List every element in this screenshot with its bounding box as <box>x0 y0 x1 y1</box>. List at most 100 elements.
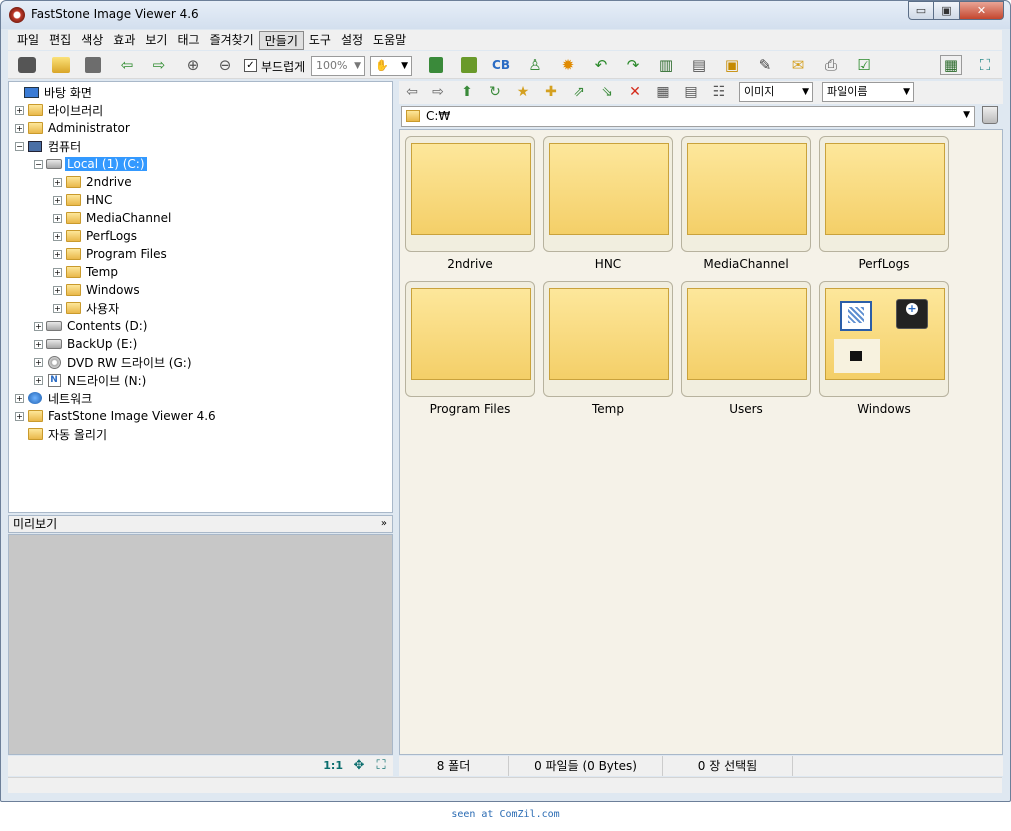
thumbnail-folder[interactable] <box>543 136 673 252</box>
layout-icon[interactable]: ▦ <box>940 55 962 75</box>
filter-select[interactable]: 이미지 ▼ <box>739 82 813 102</box>
check-icon[interactable]: ☑ <box>853 55 875 75</box>
expand-icon[interactable]: + <box>34 339 43 349</box>
tree-item-folder[interactable]: +2ndrive <box>53 173 134 191</box>
tree-item-folder[interactable]: + Program Files <box>53 245 169 263</box>
back-icon[interactable]: ⇦ <box>402 83 422 101</box>
expand-icon[interactable]: + <box>34 321 43 331</box>
rotate-right-icon[interactable]: ↷ <box>622 55 644 75</box>
collapse-icon[interactable]: − <box>15 141 24 151</box>
expand-icon[interactable]: + <box>34 375 43 385</box>
tree-item-library[interactable]: + 라이브러리 <box>15 101 105 119</box>
expand-icon[interactable]: + <box>15 411 24 421</box>
menu-tags[interactable]: 태그 <box>172 31 204 50</box>
menu-create[interactable]: 만들기 <box>258 30 304 50</box>
menu-view[interactable]: 보기 <box>140 31 172 50</box>
tree-item-network[interactable]: + 네트워크 <box>15 389 94 407</box>
menu-favorites[interactable]: 즐겨찾기 <box>205 31 259 50</box>
open-folder-icon[interactable] <box>50 55 72 75</box>
expand-icon[interactable]: + <box>34 357 43 367</box>
forward-icon[interactable]: ⇨ <box>428 83 448 101</box>
next-image-icon[interactable]: ⇨ <box>148 55 170 75</box>
new-folder-icon[interactable]: ✚ <box>541 83 561 101</box>
chevron-down-icon[interactable]: ▼ <box>963 110 970 120</box>
collapse-icon[interactable]: − <box>34 159 43 169</box>
fullscreen-icon[interactable]: ⛶ <box>373 758 389 774</box>
tree-item-folder[interactable]: + Temp <box>53 263 120 281</box>
detail-view-icon[interactable]: ▤ <box>681 83 701 101</box>
hand-tool-select[interactable]: ✋ ▼ <box>370 56 412 76</box>
resize-icon[interactable] <box>425 55 447 75</box>
tree-item-drive-d[interactable]: + Contents (D:) <box>34 317 149 335</box>
stamp-icon[interactable]: ♙ <box>524 55 546 75</box>
thumbnail-folder[interactable] <box>681 136 811 252</box>
save-icon[interactable] <box>82 55 104 75</box>
close-button[interactable]: ✕ <box>960 1 1004 20</box>
menu-effects[interactable]: 효과 <box>108 31 140 50</box>
menu-settings[interactable]: 설정 <box>336 31 368 50</box>
slideshow-icon[interactable]: ▤ <box>688 55 710 75</box>
zoom-in-icon[interactable]: ⊕ <box>182 55 204 75</box>
prev-image-icon[interactable]: ⇦ <box>116 55 138 75</box>
thumbnail-view-icon[interactable]: ▦ <box>653 83 673 101</box>
expand-icon[interactable]: + <box>53 249 62 259</box>
thumbnail-folder[interactable] <box>543 281 673 397</box>
tree-item-autoupload[interactable]: 자동 올리기 <box>15 425 109 443</box>
tree-item-administrator[interactable]: + Administrator <box>15 119 132 137</box>
tree-item-drive-e[interactable]: + BackUp (E:) <box>34 335 139 353</box>
light-icon[interactable]: ✹ <box>557 55 579 75</box>
tree-item-folder[interactable]: + Windows <box>53 281 142 299</box>
sort-select[interactable]: 파일이름 ▼ <box>822 82 914 102</box>
actual-size-button[interactable]: 1:1 <box>323 759 343 772</box>
camera-icon[interactable] <box>16 55 38 75</box>
address-bar[interactable]: C:₩ ▼ <box>401 106 975 127</box>
favorite-folder-icon[interactable]: ★ <box>513 83 533 101</box>
delete-icon[interactable]: ✕ <box>625 83 645 101</box>
move-to-icon[interactable]: ⇘ <box>597 83 617 101</box>
fullscreen-icon[interactable]: ⛶ <box>974 55 996 75</box>
tree-item-drive-n[interactable]: + N N드라이브 (N:) <box>34 371 148 389</box>
expand-icon[interactable]: + <box>53 177 62 187</box>
menu-tools[interactable]: 도구 <box>304 31 336 50</box>
tree-item-desktop[interactable]: 바탕 화면 <box>11 83 94 101</box>
expand-icon[interactable]: + <box>15 105 24 115</box>
recycle-bin-icon[interactable] <box>982 106 998 124</box>
tree-item-folder[interactable]: + PerfLogs <box>53 227 139 245</box>
expand-icon[interactable]: + <box>15 393 24 403</box>
tree-item-computer[interactable]: − 컴퓨터 <box>15 137 83 155</box>
draw-icon[interactable]: ✎ <box>754 55 776 75</box>
tree-item-fsiv[interactable]: + FastStone Image Viewer 4.6 <box>15 407 218 425</box>
compare-icon[interactable]: ▥ <box>655 55 677 75</box>
expand-icon[interactable]: + <box>53 285 62 295</box>
thumbnail-folder[interactable]: + <box>819 281 949 397</box>
menu-help[interactable]: 도움말 <box>368 31 411 50</box>
tree-item-folder[interactable]: + MediaChannel <box>53 209 173 227</box>
thumbnail-folder[interactable] <box>819 136 949 252</box>
color-balance-icon[interactable]: CB <box>490 55 512 75</box>
collapse-icon[interactable]: » <box>381 516 387 532</box>
rotate-left-icon[interactable]: ↶ <box>590 55 612 75</box>
menu-file[interactable]: 파일 <box>12 31 44 50</box>
minimize-button[interactable]: ▭ <box>908 1 934 20</box>
fit-icon[interactable]: ✥ <box>351 758 367 774</box>
tree-item-folder[interactable]: + HNC <box>53 191 114 209</box>
thumbnail-folder[interactable] <box>681 281 811 397</box>
slideshow-builder-icon[interactable]: ▣ <box>721 55 743 75</box>
zoom-select[interactable]: 100% ▼ <box>311 56 365 76</box>
smooth-checkbox[interactable]: ✓ <box>244 59 257 72</box>
tree-item-folder[interactable]: + 사용자 <box>53 299 121 317</box>
tree-item-drive-g[interactable]: + DVD RW 드라이브 (G:) <box>34 353 194 371</box>
expand-icon[interactable]: + <box>53 303 62 313</box>
up-folder-icon[interactable]: ⬆ <box>457 83 477 101</box>
expand-icon[interactable]: + <box>53 231 62 241</box>
menu-color[interactable]: 색상 <box>76 31 108 50</box>
expand-icon[interactable]: + <box>53 213 62 223</box>
list-view-icon[interactable]: ☷ <box>709 83 729 101</box>
copy-to-icon[interactable]: ⇗ <box>569 83 589 101</box>
email-icon[interactable]: ✉ <box>787 55 809 75</box>
crop-icon[interactable] <box>458 55 480 75</box>
refresh-icon[interactable]: ↻ <box>485 83 505 101</box>
tree-item-drive-c[interactable]: − Local (1) (C:) <box>34 155 147 173</box>
thumbnail-folder[interactable] <box>405 136 535 252</box>
expand-icon[interactable]: + <box>53 267 62 277</box>
